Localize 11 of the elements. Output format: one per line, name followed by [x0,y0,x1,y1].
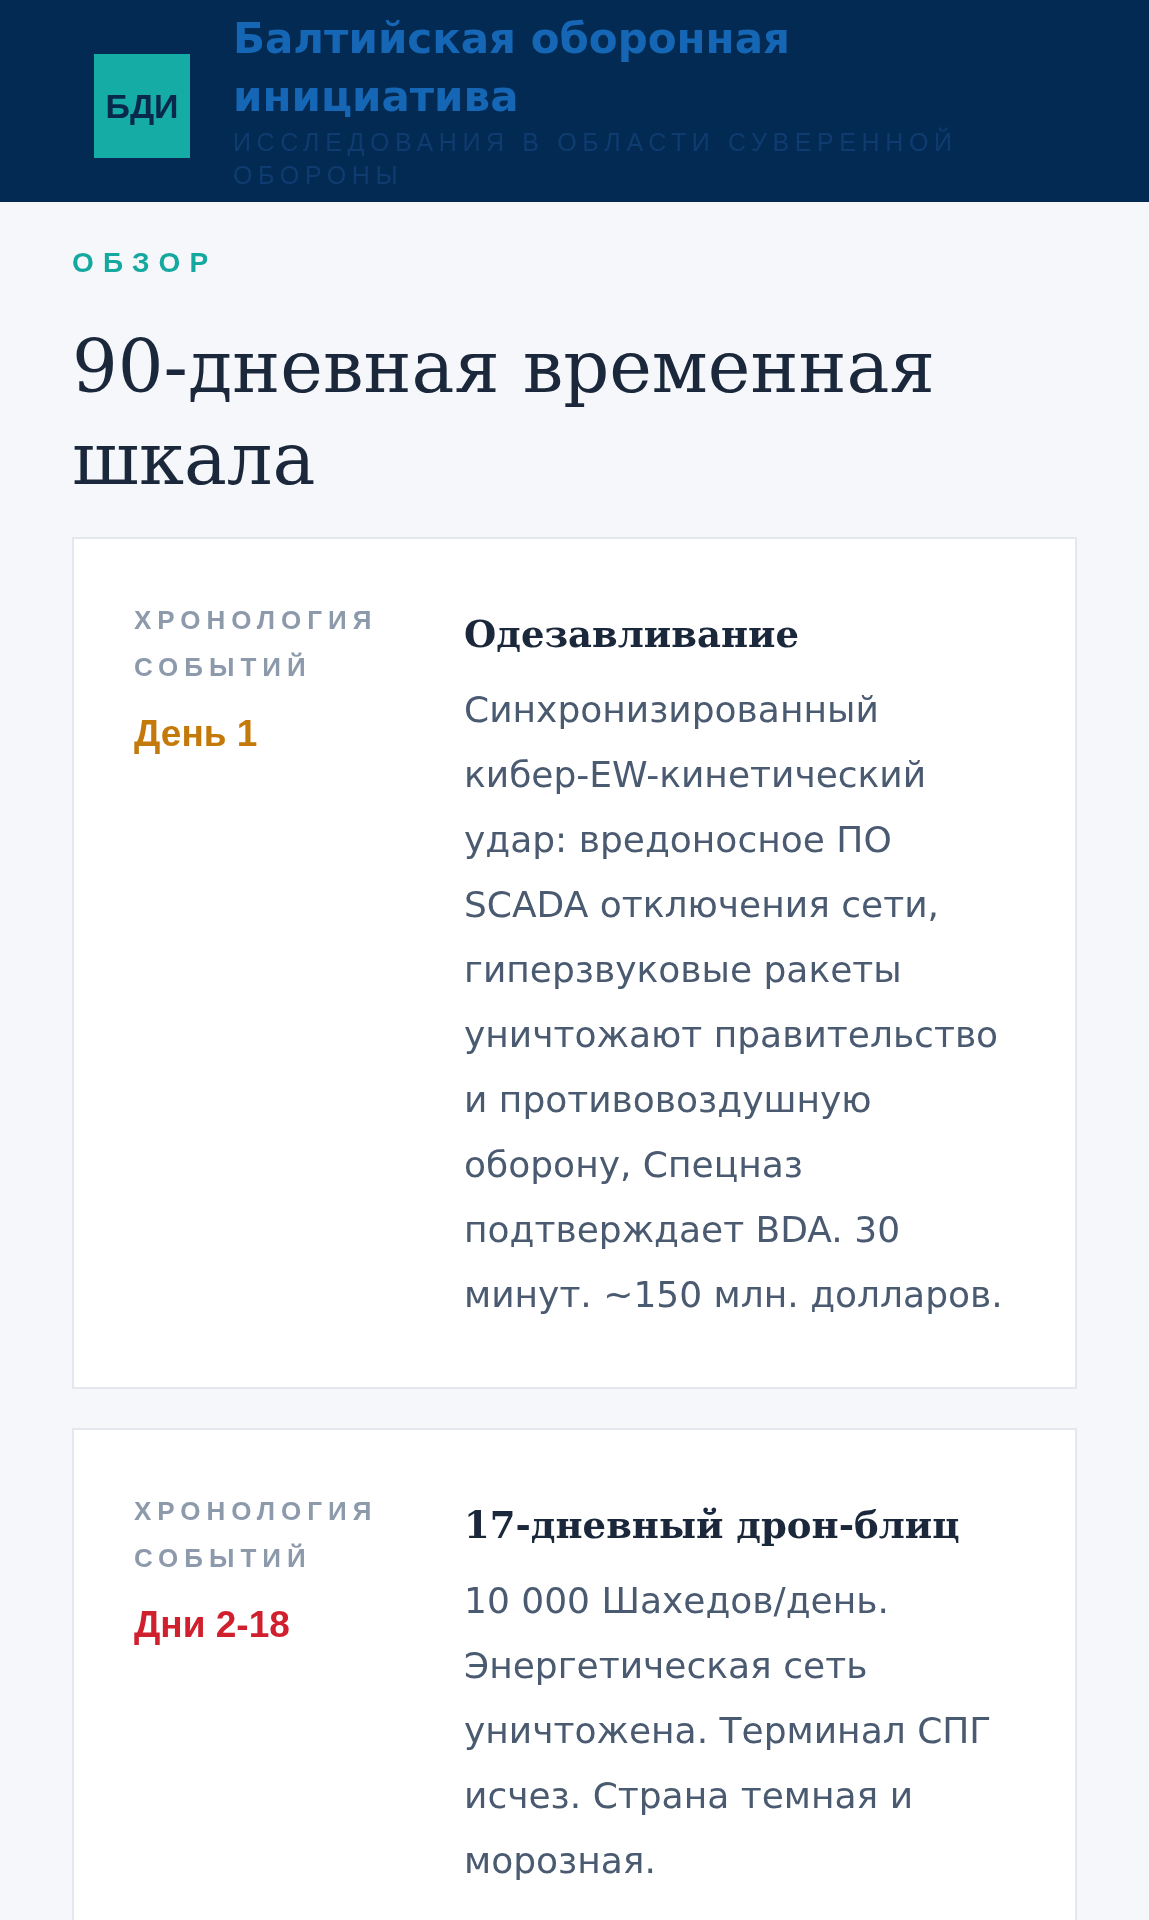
period-text: День 1 [134,712,259,756]
card-label: ХРОНОЛОГИЯ СОБЫТИЙ [134,1495,379,1575]
card-label: ХРОНОЛОГИЯ СОБЫТИЙ [134,604,379,684]
period-text: Дни 2-18 [134,1603,291,1647]
event-title: Одезавливание [464,611,800,658]
event-title: 17-дневный дрон-блиц [464,1502,961,1549]
event-description: Синхронизированный кибер-EW-кинетический удар: вредоносное ПО SCADA отключения сети, гиперзвуковые ракеты уничтожают правительство и противовоздушную оборону, Спецназ подтверждает BDA. 30 минут. ~150 млн. долларов. [464,688,1004,1317]
logo-badge[interactable]: БДИ [94,54,190,158]
event-description: 10 000 Шахедов/день. Энергетическая сеть уничтожена. Терминал СПГ исчез. Страна темная и морозная. [464,1579,993,1883]
section-title: 90-дневная временная шкала [72,324,936,503]
section-eyebrow: ОБЗОР [72,248,219,278]
